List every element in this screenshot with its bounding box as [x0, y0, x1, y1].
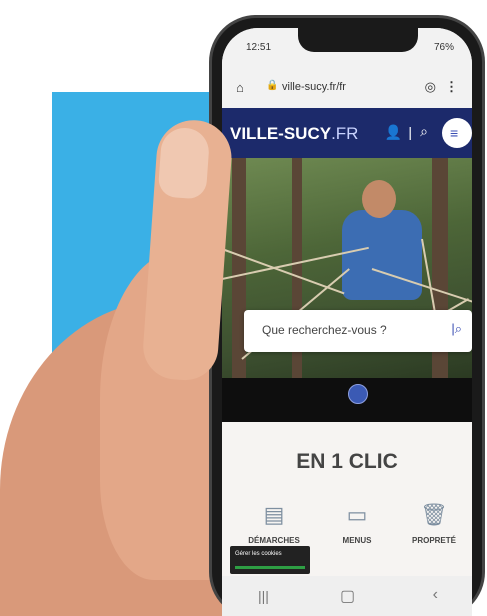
quick-link-label: PROPRETÉ — [411, 536, 456, 545]
battery-level: 76% — [433, 42, 454, 53]
document-icon: ▤ — [263, 502, 285, 527]
quick-link-proprete[interactable]: 🗑 PROPRETÉ — [394, 502, 472, 545]
status-time: 12:51 — [246, 42, 272, 53]
hero-image: Que recherchez-vous ? |⌕ — [222, 158, 472, 378]
site-logo[interactable]: VILLE-SUCY.FR — [230, 124, 358, 144]
recent-apps-icon[interactable]: ||| — [258, 588, 269, 604]
camera-notch — [298, 28, 418, 52]
header-divider: | — [408, 124, 412, 140]
climber-body — [342, 210, 422, 300]
smartphone: 12:51 76% ⌂ 🔒 ville-sucy.fr/fr ◎ ⋮ VILLE… — [212, 18, 482, 616]
phone-screen: 12:51 76% ⌂ 🔒 ville-sucy.fr/fr ◎ ⋮ VILLE… — [222, 28, 472, 616]
site-search-box[interactable]: Que recherchez-vous ? |⌕ — [244, 310, 472, 352]
menu-button[interactable]: ≡ — [442, 118, 472, 148]
quick-links-section: EN 1 CLIC ▤ DÉMARCHES ▭ MENUS 🗑 PROPRETÉ… — [222, 422, 472, 576]
site-header: VILLE-SUCY.FR 👤 | ⌕ ≡ — [222, 108, 472, 158]
lock-icon: 🔒 — [266, 80, 279, 91]
quick-link-demarches[interactable]: ▤ DÉMARCHES — [234, 502, 314, 545]
quick-link-label: MENUS — [342, 536, 372, 545]
menu-icon: ▭ — [346, 502, 368, 527]
logo-main: VILLE-SUCY — [230, 124, 332, 143]
logo-suffix: .FR — [331, 124, 359, 143]
home-icon[interactable]: ⌂ — [236, 80, 244, 95]
cookie-badge[interactable]: Gérer les cookies — [230, 546, 310, 574]
cookie-status-bar — [235, 566, 305, 569]
trash-icon: 🗑 — [420, 502, 448, 527]
thumb-nail — [157, 126, 211, 200]
search-submit-icon[interactable]: |⌕ — [451, 321, 462, 337]
scroll-down-button[interactable] — [348, 384, 368, 404]
status-bar: 12:51 76% — [222, 28, 472, 68]
search-icon[interactable]: ⌕ — [420, 123, 428, 140]
back-icon[interactable]: ‹ — [433, 586, 438, 604]
hero-bottom-band — [222, 378, 472, 422]
quick-link-label: DÉMARCHES — [248, 536, 300, 545]
quick-link-menus[interactable]: ▭ MENUS — [317, 502, 397, 545]
climber-head — [362, 180, 396, 218]
section-title: EN 1 CLIC — [296, 450, 398, 473]
url-text[interactable]: ville-sucy.fr/fr — [282, 81, 346, 93]
browser-menu-icon[interactable]: ⋮ — [445, 79, 458, 95]
user-icon[interactable]: 👤 — [385, 124, 402, 141]
browser-url-bar[interactable]: ⌂ 🔒 ville-sucy.fr/fr ◎ ⋮ — [222, 68, 472, 108]
cookie-text: Gérer les cookies — [235, 551, 282, 557]
hamburger-icon: ≡ — [450, 125, 459, 141]
tabs-icon[interactable]: ◎ — [425, 79, 436, 95]
home-button-icon[interactable]: ▢ — [340, 586, 355, 606]
search-input[interactable]: Que recherchez-vous ? — [262, 323, 387, 337]
android-nav-bar: ||| ▢ ‹ — [222, 576, 472, 616]
